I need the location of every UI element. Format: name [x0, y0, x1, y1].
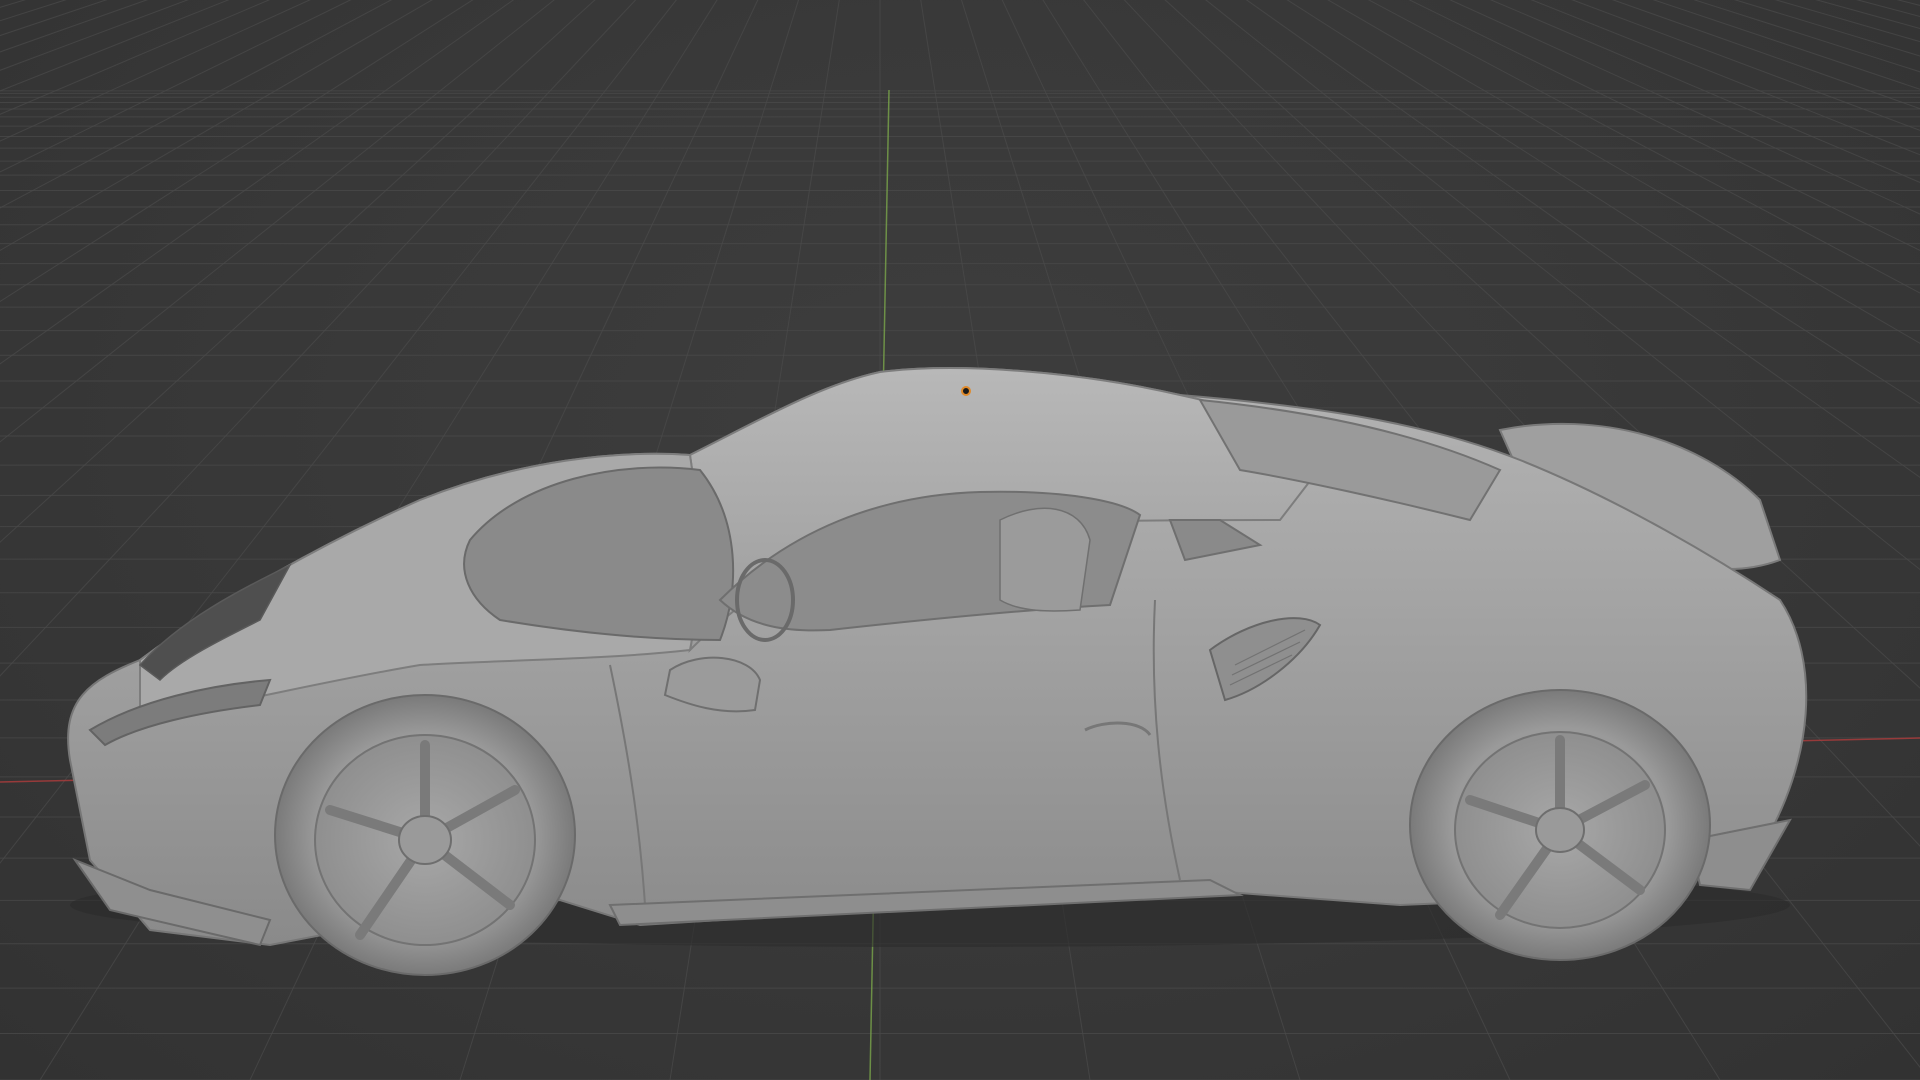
- rear-wheel: [1409, 689, 1711, 961]
- viewport-canvas[interactable]: [0, 0, 1920, 1080]
- 3d-viewport[interactable]: [0, 0, 1920, 1080]
- object-origin-marker[interactable]: [961, 386, 971, 396]
- front-wheel: [274, 694, 576, 976]
- seat: [999, 507, 1091, 612]
- car-model[interactable]: [67, 367, 1808, 976]
